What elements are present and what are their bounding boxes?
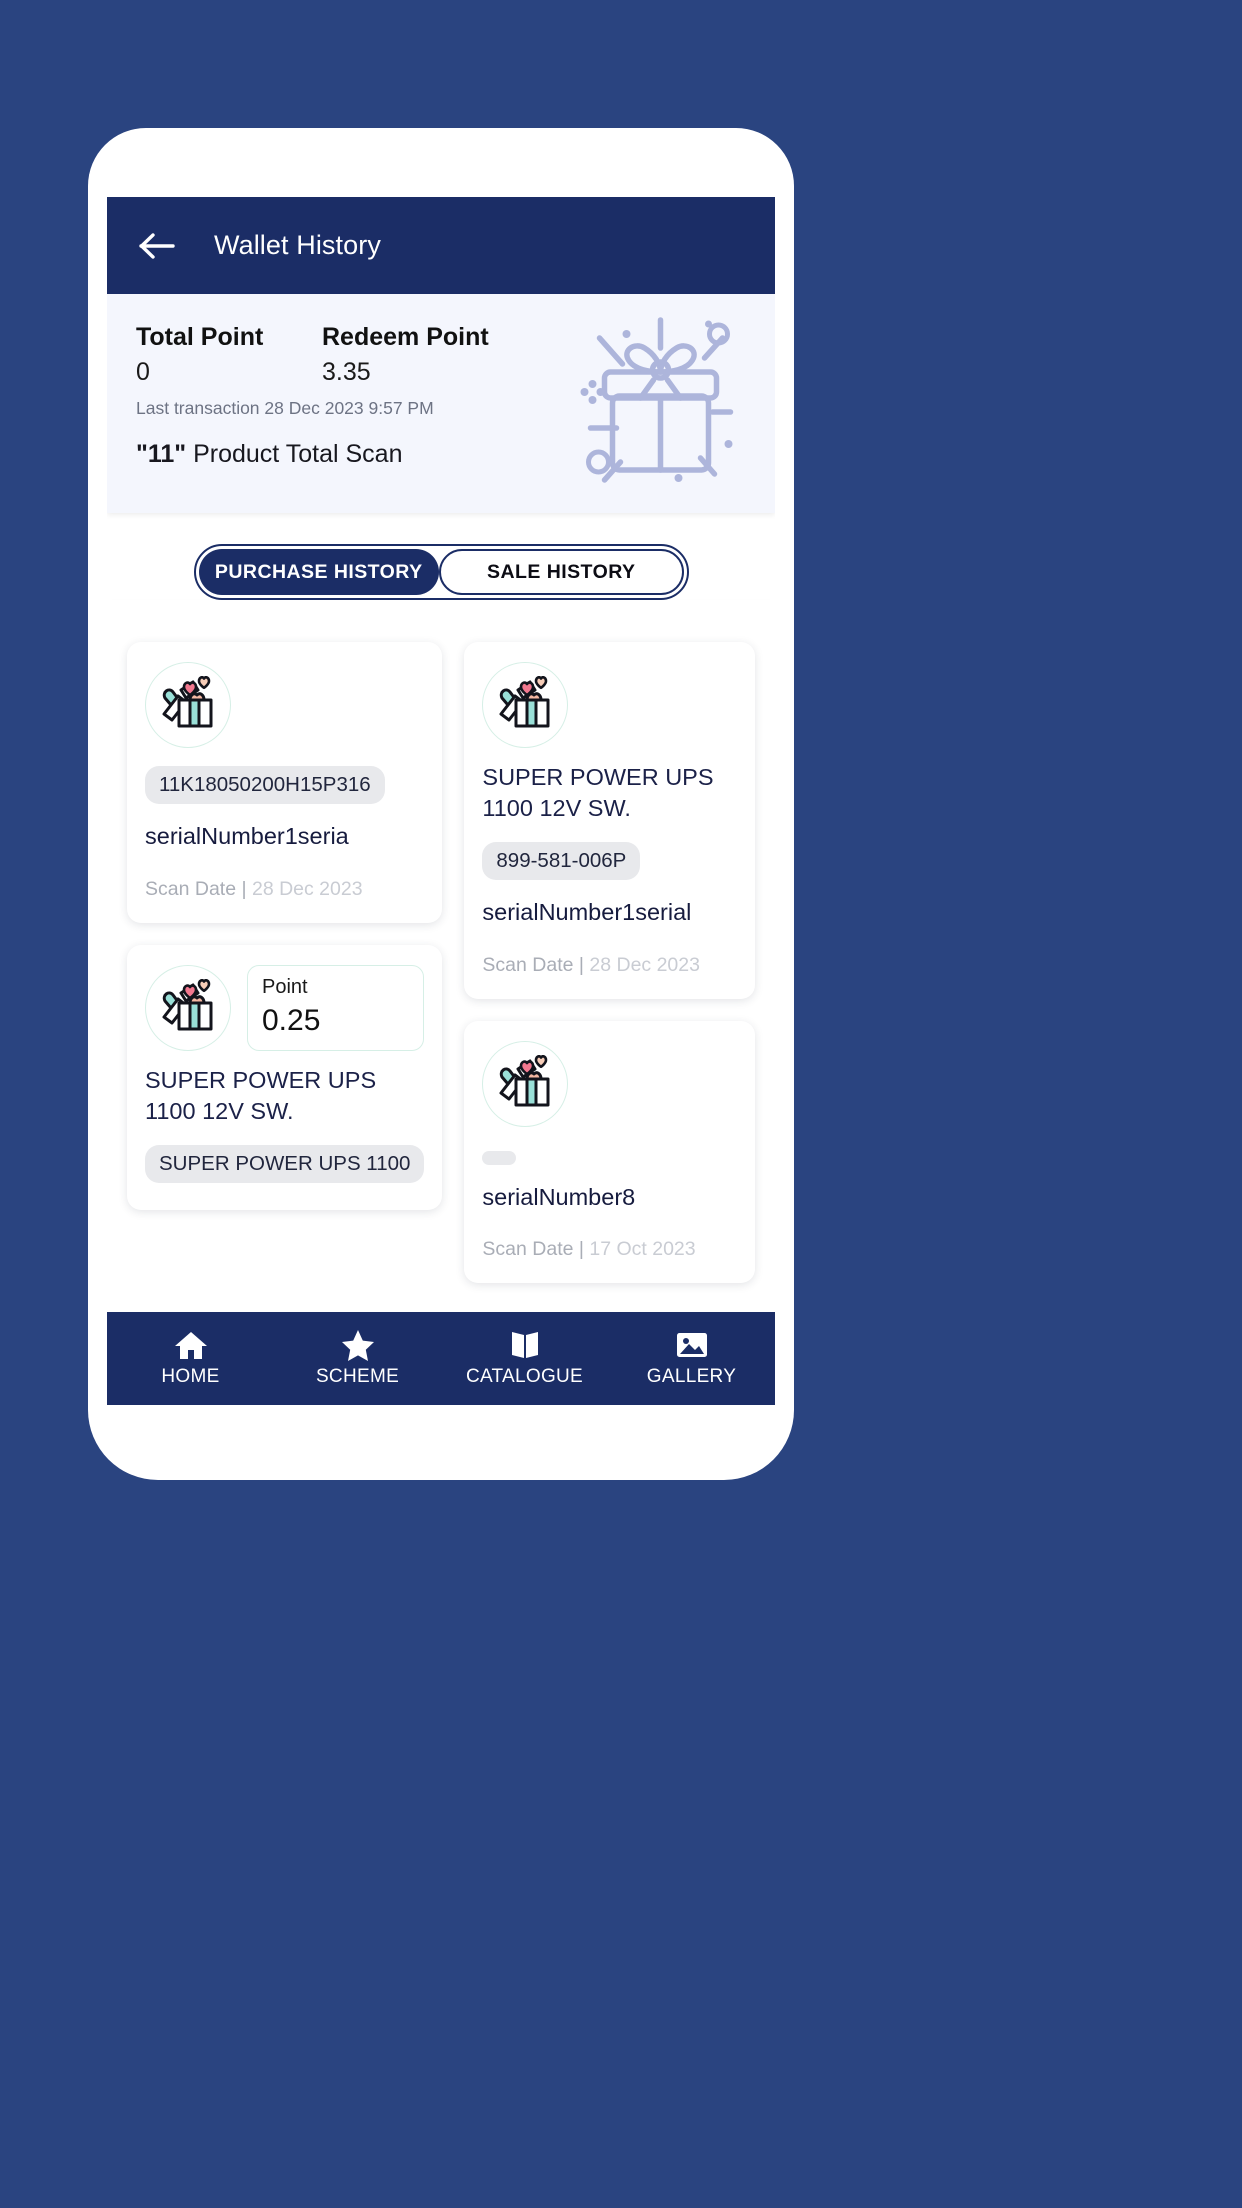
nav-label-catalogue: CATALOGUE [465, 1366, 584, 1387]
wallet-summary-card: Total Point 0 Redeem Point 3.35 Last tra… [107, 294, 775, 513]
point-label: Point [262, 975, 308, 998]
scan-date-label: Scan Date | [482, 1238, 584, 1261]
total-scan-suffix: Product Total Scan [186, 440, 403, 469]
scan-date: Scan Date | 28 Dec 2023 [145, 878, 424, 901]
nav-item-home[interactable]: HOME [107, 1329, 274, 1388]
history-card[interactable]: serialNumber8 Scan Date | 17 Oct 2023 [464, 1020, 755, 1284]
product-code-badge: 11K18050200H15P316 [145, 766, 385, 804]
product-code-badge: SUPER POWER UPS 1100 [145, 1144, 425, 1183]
history-card-grid: 11K18050200H15P316 serialNumber1seria Sc… [107, 628, 775, 1398]
total-scan-text: "11" Product Total Scan [136, 440, 775, 469]
scan-date: Scan Date | 28 Dec 2023 [482, 954, 737, 977]
serial-number: serialNumber1seria [145, 823, 349, 849]
history-card[interactable]: 11K18050200H15P316 serialNumber1seria Sc… [127, 642, 443, 923]
bottom-navigation-bar: HOME SCHEME CATALOGUE GALLERY [107, 1312, 775, 1405]
gift-hearts-icon [482, 1040, 569, 1127]
product-name: SUPER POWER UPS 1100 12V SW. [482, 764, 714, 822]
history-card[interactable]: SUPER POWER UPS 1100 12V SW. 899-581-006… [464, 642, 755, 999]
serial-number: serialNumber1serial [482, 899, 692, 926]
app-screen: Wallet History Total Point 0 Redeem Poin… [107, 197, 775, 1405]
redeem-point-value: 3.35 [322, 357, 371, 386]
redeem-point-label: Redeem Point [322, 323, 489, 351]
total-point-block: Total Point 0 [136, 322, 322, 389]
history-card[interactable]: Point 0.25 SUPER POWER UPS 1100 12V SW. … [127, 944, 443, 1210]
scan-date-value: 28 Dec 2023 [251, 877, 363, 900]
product-code-badge [482, 1150, 517, 1165]
scan-date-label: Scan Date | [145, 877, 247, 900]
point-value: 0.25 [262, 1003, 321, 1037]
phone-frame: Wallet History Total Point 0 Redeem Poin… [88, 128, 794, 1480]
gift-hearts-icon [482, 662, 569, 748]
last-transaction-text: Last transaction 28 Dec 2023 9:57 PM [136, 398, 434, 419]
tab-sale-history[interactable]: SALE HISTORY [439, 549, 684, 595]
history-tab-switch: PURCHASE HISTORY SALE HISTORY [107, 513, 775, 600]
scan-date-value: 17 Oct 2023 [589, 1238, 696, 1261]
nav-item-scheme[interactable]: SCHEME [274, 1329, 441, 1388]
grid-column-right: SUPER POWER UPS 1100 12V SW. 899-581-006… [464, 642, 755, 1284]
gift-hearts-icon [145, 662, 231, 748]
serial-number: serialNumber8 [482, 1183, 636, 1210]
points-row: Total Point 0 Redeem Point 3.35 [136, 322, 775, 389]
nav-item-gallery[interactable]: GALLERY [608, 1329, 775, 1388]
redeem-point-block: Redeem Point 3.35 [322, 322, 522, 389]
scan-date: Scan Date | 17 Oct 2023 [482, 1238, 737, 1261]
page-title: Wallet History [214, 230, 381, 260]
product-name: SUPER POWER UPS 1100 12V SW. [145, 1066, 377, 1124]
home-icon [174, 1329, 208, 1361]
product-code-badge: 899-581-006P [482, 842, 641, 881]
book-icon [508, 1329, 542, 1361]
gift-hearts-icon [145, 964, 231, 1051]
total-point-value: 0 [136, 357, 150, 386]
tab-section-divider [107, 600, 775, 628]
grid-column-left: 11K18050200H15P316 serialNumber1seria Sc… [127, 642, 443, 1210]
back-button[interactable] [131, 220, 183, 272]
total-scan-count: "11" [136, 440, 187, 469]
star-icon [341, 1329, 375, 1361]
app-bar: Wallet History [107, 197, 775, 294]
image-icon [675, 1329, 709, 1361]
nav-label-scheme: SCHEME [315, 1366, 400, 1387]
scan-date-value: 28 Dec 2023 [589, 953, 700, 976]
scan-date-label: Scan Date | [482, 953, 584, 976]
tab-purchase-history[interactable]: PURCHASE HISTORY [198, 549, 439, 595]
total-point-label: Total Point [136, 323, 264, 351]
point-box: Point 0.25 [247, 964, 425, 1051]
arrow-left-icon [139, 231, 175, 261]
nav-item-catalogue[interactable]: CATALOGUE [441, 1329, 608, 1388]
nav-label-gallery: GALLERY [646, 1366, 737, 1387]
tab-pill-container: PURCHASE HISTORY SALE HISTORY [193, 544, 689, 600]
nav-label-home: HOME [161, 1366, 220, 1387]
